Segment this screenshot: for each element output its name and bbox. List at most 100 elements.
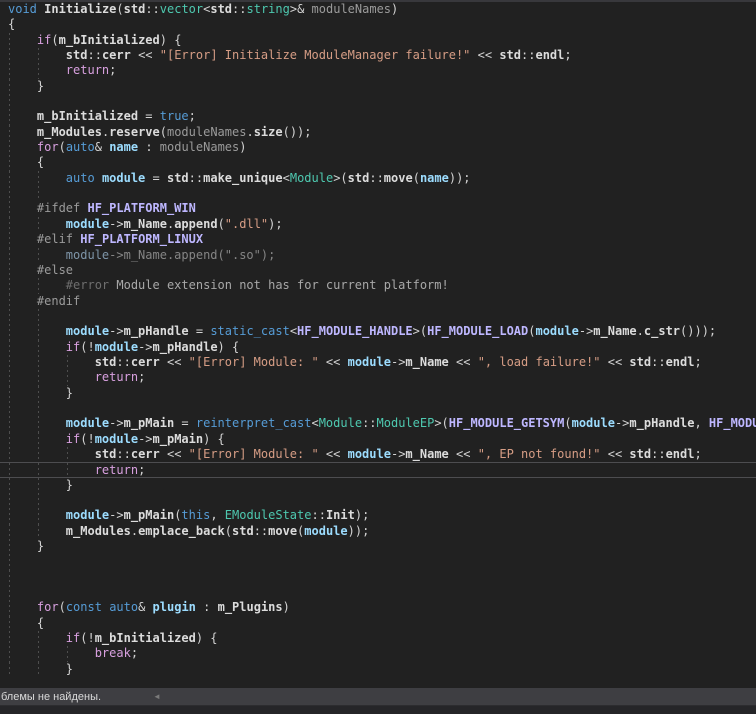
code-line[interactable]: #else: [0, 262, 756, 279]
code-line[interactable]: [0, 308, 756, 325]
collapse-arrow-icon[interactable]: ◄: [153, 688, 161, 705]
code-line[interactable]: if(!module->m_pMain) {: [0, 431, 756, 447]
code-token: module: [65, 247, 110, 262]
code-token: break: [94, 646, 131, 661]
indent-guide: [9, 324, 10, 340]
code-line[interactable]: }: [0, 385, 756, 401]
indentation: [8, 631, 66, 645]
code-line[interactable]: m_bInitialized = true;: [0, 109, 756, 125]
indent-guide: [66, 463, 68, 477]
indent-guide: [9, 661, 10, 678]
code-token: <: [282, 170, 290, 185]
code-line[interactable]: module->m_Name.append(".dll");: [0, 216, 756, 233]
code-token: :: [195, 600, 218, 615]
code-line[interactable]: return;: [0, 63, 756, 79]
code-token: ".so": [224, 247, 261, 262]
code-line[interactable]: }: [0, 477, 756, 493]
code-line[interactable]: module->m_pMain(this, EModuleState::Init…: [0, 508, 756, 524]
indent-guide: [9, 170, 10, 187]
indentation: [8, 662, 66, 676]
code-token: module: [94, 431, 139, 446]
code-token: m_pMain: [123, 416, 175, 431]
code-line[interactable]: return;: [0, 370, 756, 386]
code-token: ::: [311, 508, 326, 523]
indent-guide: [9, 109, 10, 125]
code-editor-pane[interactable]: void Initialize(std::vector<std::string>…: [0, 2, 756, 688]
code-token: (: [159, 124, 167, 139]
code-line[interactable]: {: [0, 17, 756, 32]
code-line[interactable]: [0, 585, 756, 601]
code-token: m_Modules: [36, 124, 102, 139]
code-token: );: [268, 216, 283, 231]
indent-guide: [9, 247, 10, 263]
code-line[interactable]: [0, 94, 756, 110]
indent-guide: [9, 600, 10, 616]
code-line[interactable]: #endif: [0, 293, 756, 309]
code-line[interactable]: }: [0, 539, 756, 555]
code-line[interactable]: m_Modules.reserve(moduleNames.size());: [0, 124, 756, 141]
status-message[interactable]: блемы не найдены.: [1, 691, 101, 703]
code-line[interactable]: [0, 400, 756, 417]
code-token: HF_MODULE_HANDLE: [297, 324, 413, 339]
code-token: m_Name: [405, 354, 449, 369]
indent-guide: [37, 354, 39, 371]
code-token: plugin: [152, 600, 196, 615]
code-line[interactable]: module->m_pHandle = static_cast<HF_MODUL…: [0, 324, 756, 340]
indentation: [8, 33, 37, 47]
code-line[interactable]: }: [0, 661, 756, 678]
code-line[interactable]: [0, 493, 756, 509]
code-token: #ifdef: [36, 201, 88, 216]
code-line[interactable]: break;: [0, 646, 756, 662]
code-token: ) {: [203, 431, 225, 446]
indent-guide: [9, 431, 10, 447]
code-line[interactable]: std::cerr << "[Error] Module: " << modul…: [0, 354, 756, 371]
code-token: =: [174, 416, 196, 431]
code-token: ::: [362, 416, 377, 431]
indentation: [8, 386, 66, 400]
code-line[interactable]: [0, 569, 756, 586]
code-token: (: [224, 523, 232, 538]
code-token: ->: [109, 324, 124, 339]
code-token: .: [246, 124, 254, 139]
code-line[interactable]: {: [0, 155, 756, 171]
code-token: cerr: [130, 446, 160, 461]
code-line[interactable]: #error Module extension not has for curr…: [0, 278, 756, 294]
code-token: std: [65, 48, 88, 63]
code-token: "[Error] Module: ": [188, 446, 319, 461]
code-line[interactable]: std::cerr << "[Error] Module: " << modul…: [0, 446, 756, 463]
code-token: ::: [651, 354, 666, 369]
code-line[interactable]: std::cerr << "[Error] Initialize ModuleM…: [0, 48, 756, 64]
indent-guide: [37, 324, 39, 340]
indentation: [8, 201, 37, 215]
indentation: [8, 508, 66, 522]
code-token: <<: [318, 446, 348, 461]
code-token: m_pHandle: [123, 324, 189, 339]
code-line[interactable]: auto module = std::make_unique<Module>(s…: [0, 170, 756, 187]
code-token: .: [636, 324, 644, 339]
code-token: <<: [600, 354, 630, 369]
code-line[interactable]: #ifdef HF_PLATFORM_WIN: [0, 201, 756, 217]
code-line[interactable]: m_Modules.emplace_back(std::move(module)…: [0, 523, 756, 540]
code-line[interactable]: if(!m_bInitialized) {: [0, 631, 756, 647]
code-line[interactable]: module->m_pMain = reinterpret_cast<Modul…: [0, 416, 756, 432]
indent-guide: [9, 615, 10, 632]
indent-guide: [9, 293, 10, 309]
code-line[interactable]: module->m_Name.append(".so");: [0, 247, 756, 263]
indent-guide: [9, 155, 10, 171]
indentation: [8, 478, 66, 492]
code-line[interactable]: {: [0, 615, 756, 632]
code-line[interactable]: for(auto& name : moduleNames): [0, 140, 756, 156]
code-line-current[interactable]: return;: [0, 462, 756, 478]
code-token: ->: [109, 216, 124, 231]
code-line[interactable]: if(m_bInitialized) {: [0, 32, 756, 49]
code-line[interactable]: void Initialize(std::vector<std::string>…: [0, 2, 756, 17]
code-line[interactable]: [0, 186, 756, 202]
code-token: true: [159, 109, 189, 124]
code-token: module: [65, 508, 110, 523]
indentation: [8, 340, 66, 354]
code-line[interactable]: }: [0, 78, 756, 95]
code-line[interactable]: #elif HF_PLATFORM_LINUX: [0, 232, 756, 248]
code-line[interactable]: [0, 554, 756, 570]
code-line[interactable]: if(!module->m_pHandle) {: [0, 339, 756, 355]
code-line[interactable]: for(const auto& plugin : m_Plugins): [0, 600, 756, 616]
